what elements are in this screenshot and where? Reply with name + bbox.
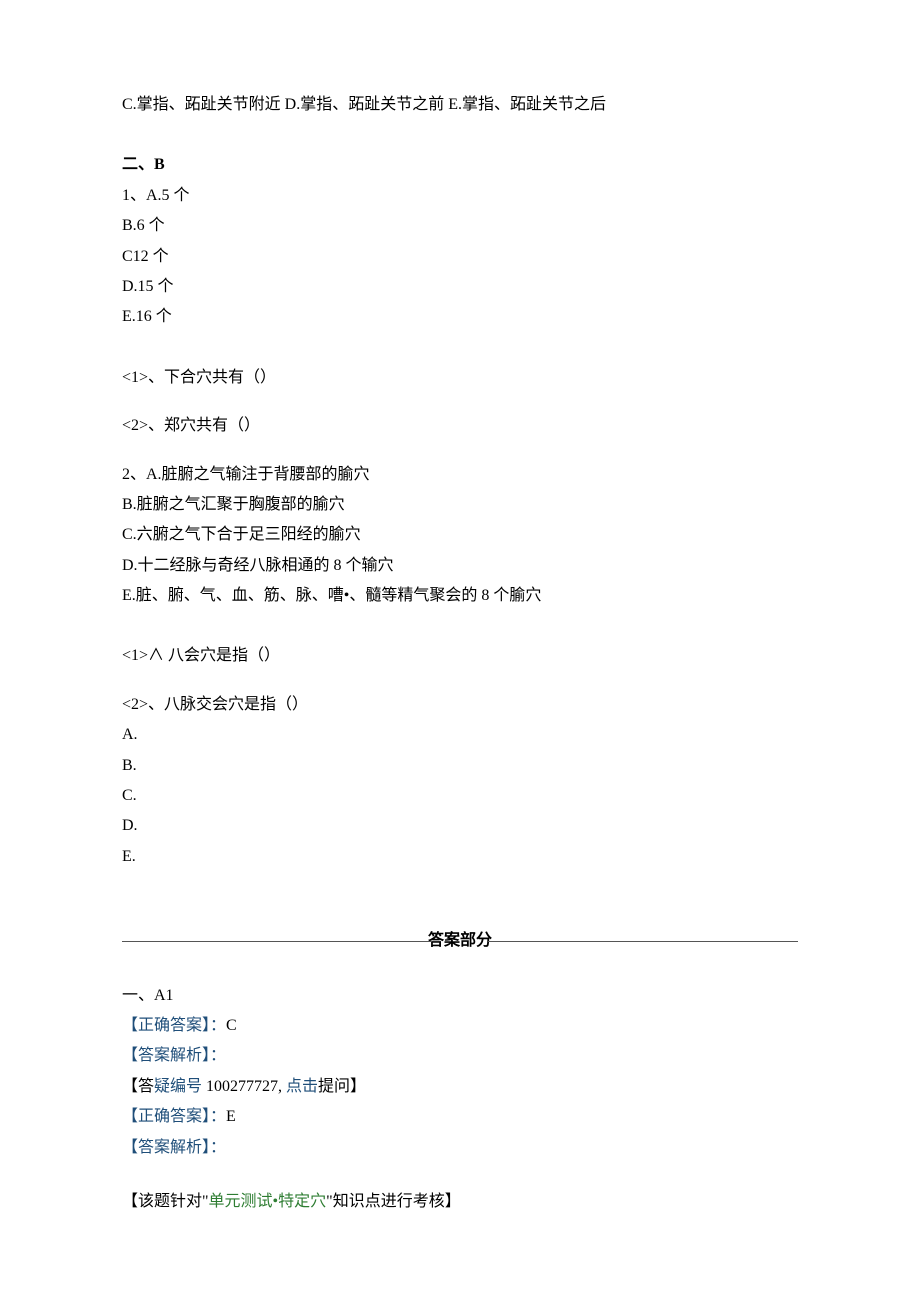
q2-opt-b: B.脏腑之气汇聚于胸腹部的腧穴 [122, 490, 798, 520]
correct-value-2: E [226, 1108, 236, 1125]
doubt-click-link[interactable]: 点击 [286, 1078, 318, 1095]
note-green: 单元测试•特定穴 [209, 1193, 327, 1210]
prev-options-line: C.掌指、跖趾关节附近 D.掌指、跖趾关节之前 E.掌指、跖趾关节之后 [122, 90, 798, 120]
analysis-label-2: 【答案解析】： [122, 1133, 798, 1163]
q2-opt-e: E.脏、腑、气、血、筋、脉、嘈•、髓等精气聚会的 8 个腧穴 [122, 581, 798, 611]
doubt-line: 【答疑编号 100277727, 点击提问】 [122, 1072, 798, 1102]
answers-section-heading: 一、A1 [122, 981, 798, 1011]
q2-opt-a: 2、A.脏腑之气输注于背腰部的腧穴 [122, 460, 798, 490]
q1-sub1: <1>、下合穴共有（） [122, 363, 798, 393]
answers-heading: 答案部分 [122, 926, 798, 956]
q2-label-b: B. [122, 751, 798, 781]
q1-sub2: <2>、郑穴共有（） [122, 411, 798, 441]
q2-label-d: D. [122, 811, 798, 841]
note-close: "知识点进行考核】 [326, 1193, 461, 1210]
correct-value-1: C [226, 1017, 237, 1034]
q1-opt-b: B.6 个 [122, 211, 798, 241]
correct-answer-1: 【正确答案】：C [122, 1011, 798, 1041]
q2-label-a: A. [122, 720, 798, 750]
q1-opt-e: E.16 个 [122, 302, 798, 332]
correct-answer-2: 【正确答案】：E [122, 1102, 798, 1132]
q2-label-c: C. [122, 781, 798, 811]
doubt-mid: 疑编号 [154, 1078, 202, 1095]
q2-opt-c: C.六腑之气下合于足三阳经的腧穴 [122, 520, 798, 550]
note-line: 【该题针对"单元测试•特定穴"知识点进行考核】 [122, 1187, 798, 1217]
note-open: 【该题针对" [122, 1193, 209, 1210]
q2-opt-d: D.十二经脉与奇经八脉相通的 8 个输穴 [122, 551, 798, 581]
analysis-label-1: 【答案解析】： [122, 1041, 798, 1071]
q1-opt-a: 1、A.5 个 [122, 181, 798, 211]
doubt-prefix: 【答 [122, 1078, 154, 1095]
q2-sub1: <1>∧ 八会穴是指（） [122, 641, 798, 671]
correct-label-2: 【正确答案】： [122, 1108, 226, 1125]
q2-label-e: E. [122, 842, 798, 872]
q1-opt-d: D.15 个 [122, 272, 798, 302]
section-b-heading: 二、B [122, 150, 798, 180]
q2-sub2: <2>、八脉交会穴是指（） [122, 690, 798, 720]
doubt-num: 100277727, [202, 1078, 286, 1095]
correct-label-1: 【正确答案】： [122, 1017, 226, 1034]
q1-opt-c: C12 个 [122, 242, 798, 272]
doubt-suffix: 提问】 [318, 1078, 366, 1095]
